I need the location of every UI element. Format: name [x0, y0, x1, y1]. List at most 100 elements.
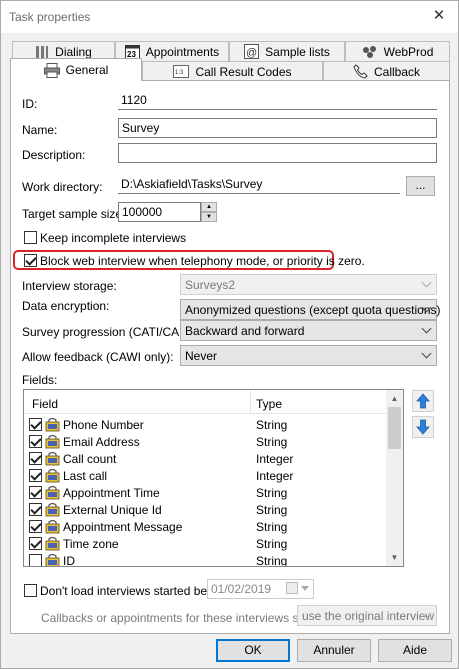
- tab-appointments-label: Appointments: [145, 44, 220, 59]
- work-directory-field: D:\Askiafield\Tasks\Survey: [118, 175, 400, 194]
- field-checkbox[interactable]: [29, 418, 42, 431]
- dont-load-label: Don't load interviews started before: [40, 584, 228, 598]
- interview-storage-select: Surveys2: [180, 274, 437, 295]
- browse-button[interactable]: ...: [406, 176, 435, 196]
- tab-callback[interactable]: Callback: [323, 61, 450, 81]
- field-lock-icon: [45, 451, 60, 466]
- table-row[interactable]: Appointment Message String: [24, 518, 386, 535]
- ok-button[interactable]: OK: [216, 639, 290, 662]
- column-header-type[interactable]: Type: [256, 397, 282, 411]
- sample-list-icon: @: [244, 44, 260, 59]
- scroll-thumb[interactable]: [388, 407, 401, 449]
- codes-icon: 1:3: [173, 65, 190, 78]
- field-checkbox[interactable]: [29, 486, 42, 499]
- arrow-down-icon: [416, 419, 430, 435]
- tab-general[interactable]: General: [10, 58, 142, 81]
- column-divider: [250, 390, 251, 414]
- allow-feedback-label: Allow feedback (CAWI only):: [22, 350, 174, 364]
- cancel-button[interactable]: Annuler: [297, 639, 371, 662]
- printer-icon: [43, 62, 60, 78]
- field-name: ID: [63, 554, 75, 567]
- fields-label: Fields:: [22, 373, 58, 387]
- field-type: String: [256, 503, 288, 517]
- field-checkbox[interactable]: [29, 469, 42, 482]
- interview-storage-label: Interview storage:: [22, 279, 117, 293]
- scroll-down-icon[interactable]: ▼: [386, 549, 403, 566]
- field-checkbox[interactable]: [29, 503, 42, 516]
- survey-progression-select[interactable]: Backward and forward: [180, 320, 437, 341]
- field-checkbox[interactable]: [29, 452, 42, 465]
- field-checkbox[interactable]: [29, 554, 42, 566]
- move-down-button[interactable]: [412, 416, 434, 438]
- dont-load-checkbox[interactable]: [24, 584, 37, 597]
- description-field[interactable]: [118, 143, 437, 163]
- table-row[interactable]: ID String: [24, 552, 386, 567]
- block-web-label: Block web interview when telephony mode,…: [40, 254, 365, 268]
- data-encryption-select[interactable]: Anonymized questions (except quota quest…: [180, 299, 441, 320]
- field-lock-icon: [45, 536, 60, 551]
- interview-storage-value: Surveys2: [185, 278, 236, 292]
- survey-progression-value: Backward and forward: [185, 324, 305, 338]
- name-field[interactable]: Survey: [118, 118, 437, 138]
- field-name: Phone Number: [63, 418, 144, 432]
- move-up-button[interactable]: [412, 390, 434, 412]
- tab-call-result-codes-label: Call Result Codes: [195, 64, 292, 79]
- block-web-checkbox[interactable]: [24, 254, 37, 267]
- fields-table[interactable]: Field Type Phone Number String Email Addre…: [23, 389, 404, 567]
- calendar-icon: 23: [124, 45, 140, 59]
- tab-webprod[interactable]: WebProd: [345, 41, 450, 61]
- column-header-field[interactable]: Field: [32, 397, 58, 411]
- field-lock-icon: [45, 519, 60, 534]
- field-lock-icon: [45, 468, 60, 483]
- field-name: Appointment Message: [63, 520, 183, 534]
- field-name: External Unique Id: [63, 503, 162, 517]
- tab-call-result-codes[interactable]: 1:3 Call Result Codes: [142, 61, 323, 81]
- table-row[interactable]: Appointment Time String: [24, 484, 386, 501]
- help-button[interactable]: Aide: [378, 639, 452, 662]
- table-row[interactable]: External Unique Id String: [24, 501, 386, 518]
- spin-up-button[interactable]: ▲: [201, 202, 217, 212]
- table-row[interactable]: Time zone String: [24, 535, 386, 552]
- vertical-scrollbar[interactable]: ▲ ▼: [386, 390, 403, 566]
- dialing-grid-icon: [36, 45, 49, 58]
- svg-text:@: @: [246, 47, 257, 59]
- field-checkbox[interactable]: [29, 537, 42, 550]
- tab-webprod-label: WebProd: [383, 44, 434, 59]
- field-type: String: [256, 418, 288, 432]
- table-row[interactable]: Email Address String: [24, 433, 386, 450]
- id-field: 1120: [118, 91, 437, 110]
- allow-feedback-select[interactable]: Never: [180, 345, 437, 366]
- allow-feedback-value: Never: [185, 349, 218, 363]
- phone-handset-icon: [353, 64, 368, 79]
- field-lock-icon: [45, 485, 60, 500]
- id-label: ID:: [22, 97, 38, 111]
- close-icon[interactable]: ✕: [428, 5, 450, 27]
- date-value: 01/02/2019: [211, 582, 272, 596]
- table-row[interactable]: Call count Integer: [24, 450, 386, 467]
- chevron-down-icon: [421, 323, 432, 334]
- target-sample-size-field[interactable]: 100000: [118, 202, 201, 222]
- field-checkbox[interactable]: [29, 435, 42, 448]
- data-encryption-label: Data encryption:: [22, 299, 110, 313]
- field-type: String: [256, 486, 288, 500]
- svg-text:1:3: 1:3: [175, 70, 184, 76]
- data-encryption-value: Anonymized questions (except quota quest…: [185, 303, 441, 317]
- tab-sample-lists[interactable]: @ Sample lists: [229, 41, 345, 61]
- arrow-up-icon: [416, 393, 430, 409]
- table-row[interactable]: Phone Number String: [24, 416, 386, 433]
- table-row[interactable]: Last call Integer: [24, 467, 386, 484]
- target-sample-size-label: Target sample size:: [22, 207, 126, 221]
- scroll-up-icon[interactable]: ▲: [386, 390, 403, 407]
- tab-dialing-label: Dialing: [55, 44, 92, 59]
- keep-incomplete-checkbox[interactable]: [24, 231, 37, 244]
- callbacks-label: Callbacks or appointments for these inte…: [41, 611, 328, 625]
- callbacks-select: use the original interview: [297, 605, 437, 626]
- window-title: Task properties: [9, 10, 91, 24]
- spin-down-button[interactable]: ▼: [201, 212, 217, 222]
- field-lock-icon: [45, 417, 60, 432]
- table-header: Field Type: [24, 390, 386, 414]
- field-name: Email Address: [63, 435, 140, 449]
- callbacks-value: use the original interview: [302, 609, 435, 623]
- field-checkbox[interactable]: [29, 520, 42, 533]
- name-label: Name:: [22, 123, 58, 137]
